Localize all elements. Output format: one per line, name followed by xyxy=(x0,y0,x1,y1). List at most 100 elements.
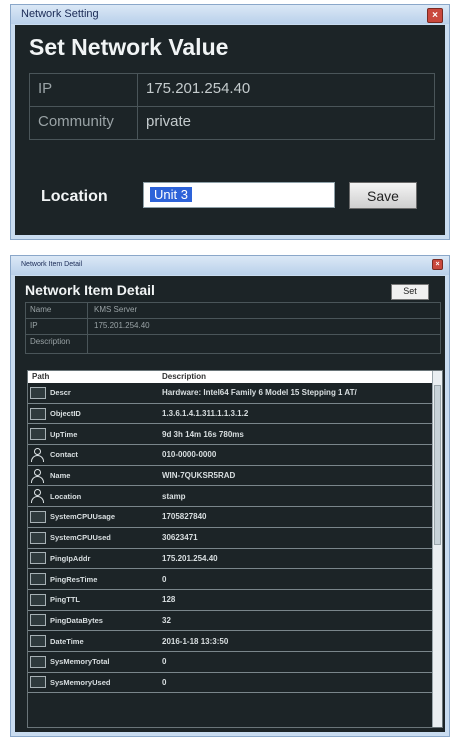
table-row[interactable]: PingResTime 0 xyxy=(28,569,442,590)
description-cell: 010-0000-0000 xyxy=(162,450,217,460)
close-icon[interactable]: × xyxy=(427,8,443,23)
table-row[interactable]: SystemCPUUsed 30623471 xyxy=(28,528,442,549)
community-label: Community xyxy=(30,107,138,139)
path-label: DateTime xyxy=(50,636,84,646)
path-cell: ObjectID xyxy=(28,404,158,424)
path-cell: SystemCPUUsage xyxy=(28,507,158,527)
table-row[interactable]: Name WIN-7QUKSR5RAD xyxy=(28,466,442,487)
description-cell: 128 xyxy=(162,595,176,605)
oid-box-icon xyxy=(30,386,46,399)
scrollbar-thumb[interactable] xyxy=(434,385,441,545)
detail-row-description: Description xyxy=(26,335,440,353)
location-input-selected-text: Unit 3 xyxy=(150,187,192,202)
table-row[interactable]: Descr Hardware: Intel64 Family 6 Model 15… xyxy=(28,383,442,404)
description-cell: WIN-7QUKSR5RAD xyxy=(162,471,236,481)
path-cell: Contact xyxy=(28,445,158,465)
path-cell: DateTime xyxy=(28,631,158,651)
save-button[interactable]: Save xyxy=(349,182,417,209)
path-cell: Location xyxy=(28,486,158,506)
path-cell: SysMemoryUsed xyxy=(28,673,158,693)
table-row[interactable]: Location stamp xyxy=(28,486,442,508)
path-label: Location xyxy=(50,491,82,501)
network-info-table: IP 175.201.254.40 Community private xyxy=(29,73,435,140)
path-cell: PingTTL xyxy=(28,590,158,610)
table-row[interactable]: SystemCPUUsage 1705827840 xyxy=(28,507,442,528)
page-title: Set Network Value xyxy=(29,34,229,60)
table-row[interactable]: Contact 010-0000-0000 xyxy=(28,445,442,466)
grid-header: Path Description xyxy=(28,371,442,383)
ip-label: IP xyxy=(26,319,88,334)
table-row[interactable]: SysMemoryUsed 0 xyxy=(28,673,442,694)
path-label: SystemCPUUsage xyxy=(50,512,116,522)
description-cell: 1705827840 xyxy=(162,512,207,522)
path-label: PingIpAddr xyxy=(50,553,91,563)
table-row[interactable]: PingIpAddr 175.201.254.40 xyxy=(28,549,442,570)
description-cell: stamp xyxy=(162,491,186,501)
oid-box-icon xyxy=(30,614,46,627)
description-cell: 9d 3h 14m 16s 780ms xyxy=(162,429,244,439)
path-label: SystemCPUUsed xyxy=(50,533,111,543)
window-body: Set Network Value IP 175.201.254.40 Comm… xyxy=(15,25,445,235)
description-cell: 32 xyxy=(162,615,171,625)
info-row-ip: IP 175.201.254.40 xyxy=(30,74,434,107)
oid-box-icon xyxy=(30,428,46,441)
description-cell: 0 xyxy=(162,677,167,687)
oid-box-icon xyxy=(30,510,46,523)
snmp-items-grid[interactable]: Path Description Descr Hardware: Intel64 … xyxy=(27,370,443,728)
path-cell: SysMemoryTotal xyxy=(28,652,158,672)
path-label: UpTime xyxy=(50,429,78,439)
table-row[interactable]: SysMemoryTotal 0 xyxy=(28,652,442,673)
path-label: PingTTL xyxy=(50,595,80,605)
oid-box-icon xyxy=(30,573,46,586)
person-icon xyxy=(30,489,46,504)
table-row[interactable]: PingDataBytes 32 xyxy=(28,611,442,632)
vertical-scrollbar[interactable] xyxy=(432,371,442,727)
table-row[interactable]: ObjectID 1.3.6.1.4.1.311.1.1.3.1.2 xyxy=(28,404,442,425)
table-row[interactable]: DateTime 2016-1-18 13:3:50 xyxy=(28,631,442,652)
path-label: ObjectID xyxy=(50,409,81,419)
path-label: PingResTime xyxy=(50,574,98,584)
description-cell: 1.3.6.1.4.1.311.1.1.3.1.2 xyxy=(162,409,249,419)
name-value: KMS Server xyxy=(94,305,138,314)
description-cell: Hardware: Intel64 Family 6 Model 15 Step… xyxy=(162,388,357,398)
person-icon xyxy=(30,447,46,462)
location-label: Location xyxy=(41,188,108,205)
path-cell: PingResTime xyxy=(28,569,158,589)
table-row[interactable]: UpTime 9d 3h 14m 16s 780ms xyxy=(28,424,442,446)
oid-box-icon xyxy=(30,407,46,420)
name-label: Name xyxy=(26,303,88,318)
path-label: PingDataBytes xyxy=(50,615,103,625)
table-row[interactable]: PingTTL 128 xyxy=(28,590,442,611)
description-cell: 30623471 xyxy=(162,533,198,543)
path-cell: PingIpAddr xyxy=(28,549,158,569)
column-header-description[interactable]: Description xyxy=(158,371,442,383)
oid-box-icon xyxy=(30,676,46,689)
column-header-path[interactable]: Path xyxy=(28,371,158,383)
description-value xyxy=(88,335,440,353)
grid-rows: Descr Hardware: Intel64 Family 6 Model 15… xyxy=(28,383,442,694)
detail-row-ip: IP 175.201.254.40 xyxy=(26,319,440,335)
item-detail-table: Name KMS Server IP 175.201.254.40 Descri… xyxy=(25,302,441,354)
network-setting-window: Network Setting × Set Network Value IP 1… xyxy=(10,4,450,240)
page-title: Network Item Detail xyxy=(25,282,155,298)
set-button[interactable]: Set xyxy=(391,284,429,300)
path-label: SysMemoryTotal xyxy=(50,657,110,667)
path-label: SysMemoryUsed xyxy=(50,677,111,687)
title-bar[interactable]: Network Item Detail × xyxy=(11,256,449,275)
window-body: Network Item Detail Set Name KMS Server … xyxy=(15,276,445,732)
path-label: Contact xyxy=(50,450,78,460)
title-bar[interactable]: Network Setting × xyxy=(11,5,449,24)
path-cell: Name xyxy=(28,466,158,486)
oid-box-icon xyxy=(30,552,46,565)
info-row-community: Community private xyxy=(30,107,434,139)
description-cell: 0 xyxy=(162,574,167,584)
path-label: Name xyxy=(50,471,71,481)
description-cell: 0 xyxy=(162,657,167,667)
location-input[interactable]: Unit 3 xyxy=(143,182,335,208)
oid-box-icon xyxy=(30,635,46,648)
window-title: Network Setting xyxy=(21,8,99,20)
detail-row-name: Name KMS Server xyxy=(26,303,440,319)
community-value: private xyxy=(146,113,192,130)
person-icon xyxy=(30,468,46,483)
close-icon[interactable]: × xyxy=(432,259,443,270)
